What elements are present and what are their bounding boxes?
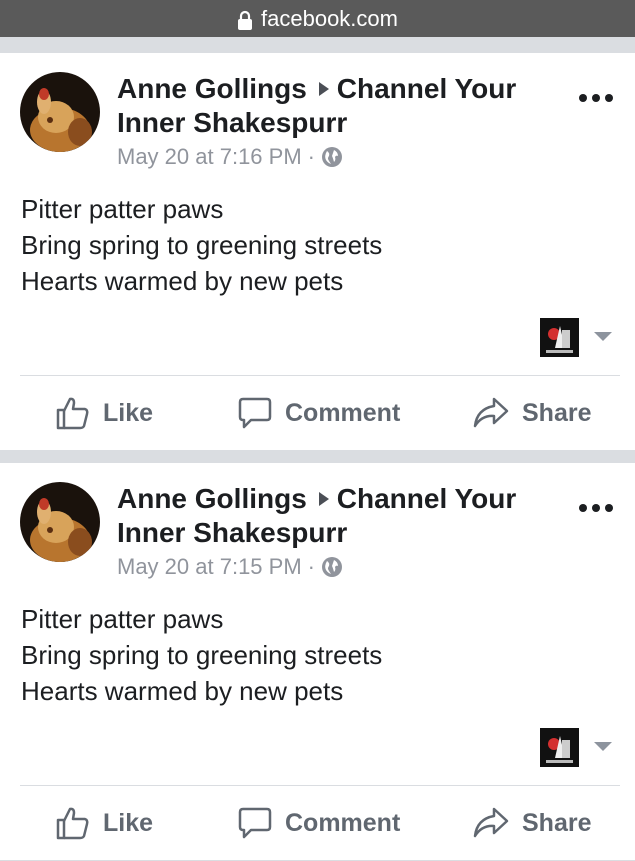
post-header: Anne Gollings Channel Your Inner Shakespu… — [117, 72, 557, 140]
more-dot — [579, 94, 587, 102]
like-button[interactable]: Like — [55, 376, 153, 450]
avatar[interactable] — [20, 72, 100, 152]
feed-post: Anne Gollings Channel Your Inner Shakespu… — [0, 53, 635, 450]
more-dot — [592, 504, 600, 512]
share-label: Share — [522, 808, 592, 837]
more-dot — [605, 504, 613, 512]
triangle-right-icon — [318, 82, 329, 96]
share-arrow-icon — [473, 397, 509, 428]
post-body: Pitter patter paws Bring spring to green… — [21, 601, 581, 709]
comment-label: Comment — [285, 808, 401, 837]
post-line: Pitter patter paws — [21, 604, 224, 634]
post-header: Anne Gollings Channel Your Inner Shakespu… — [117, 482, 557, 550]
feed-post: Anne Gollings Channel Your Inner Shakespu… — [0, 463, 635, 860]
post-meta: May 20 at 7:16 PM · — [117, 144, 343, 170]
url-text: facebook.com — [261, 5, 398, 31]
caret-down-icon[interactable] — [594, 332, 612, 341]
comment-button[interactable]: Comment — [237, 376, 400, 450]
thumbs-up-icon — [56, 397, 89, 430]
post-meta: May 20 at 7:15 PM · — [117, 554, 343, 580]
author-name[interactable]: Anne Gollings — [117, 483, 307, 514]
post-actions: Like Comment Share — [0, 786, 635, 860]
share-label: Share — [522, 398, 592, 427]
comment-button[interactable]: Comment — [237, 786, 400, 860]
more-dot — [605, 94, 613, 102]
like-button[interactable]: Like — [55, 786, 153, 860]
post-line: Bring spring to greening streets — [21, 230, 383, 260]
post-line: Pitter patter paws — [21, 194, 224, 224]
meta-separator: · — [307, 554, 315, 579]
globe-icon — [321, 556, 343, 578]
lock-icon — [237, 10, 253, 30]
author-name[interactable]: Anne Gollings — [117, 73, 307, 104]
post-body: Pitter patter paws Bring spring to green… — [21, 191, 581, 299]
post-timestamp[interactable]: May 20 at 7:16 PM — [117, 144, 302, 170]
page-profile-icon[interactable] — [540, 318, 579, 357]
meta-separator: · — [307, 144, 315, 169]
share-button[interactable]: Share — [472, 786, 591, 860]
more-dot — [579, 504, 587, 512]
post-line: Hearts warmed by new pets — [21, 266, 344, 296]
comment-label: Comment — [285, 398, 401, 427]
post-line: Bring spring to greening streets — [21, 640, 383, 670]
share-arrow-icon — [473, 807, 509, 838]
more-options-button[interactable] — [575, 88, 617, 108]
post-line: Hearts warmed by new pets — [21, 676, 344, 706]
page-profile-icon[interactable] — [540, 728, 579, 767]
like-label: Like — [103, 808, 154, 837]
like-label: Like — [103, 398, 154, 427]
browser-url-bar[interactable]: facebook.com — [0, 0, 635, 37]
more-dot — [592, 94, 600, 102]
more-options-button[interactable] — [575, 498, 617, 518]
post-timestamp[interactable]: May 20 at 7:15 PM — [117, 554, 302, 580]
caret-down-icon[interactable] — [594, 742, 612, 751]
thumbs-up-icon — [56, 807, 89, 840]
comment-icon — [238, 807, 272, 839]
share-button[interactable]: Share — [472, 376, 591, 450]
comment-icon — [238, 397, 272, 429]
post-actions: Like Comment Share — [0, 376, 635, 450]
globe-icon — [321, 146, 343, 168]
triangle-right-icon — [318, 492, 329, 506]
avatar[interactable] — [20, 482, 100, 562]
